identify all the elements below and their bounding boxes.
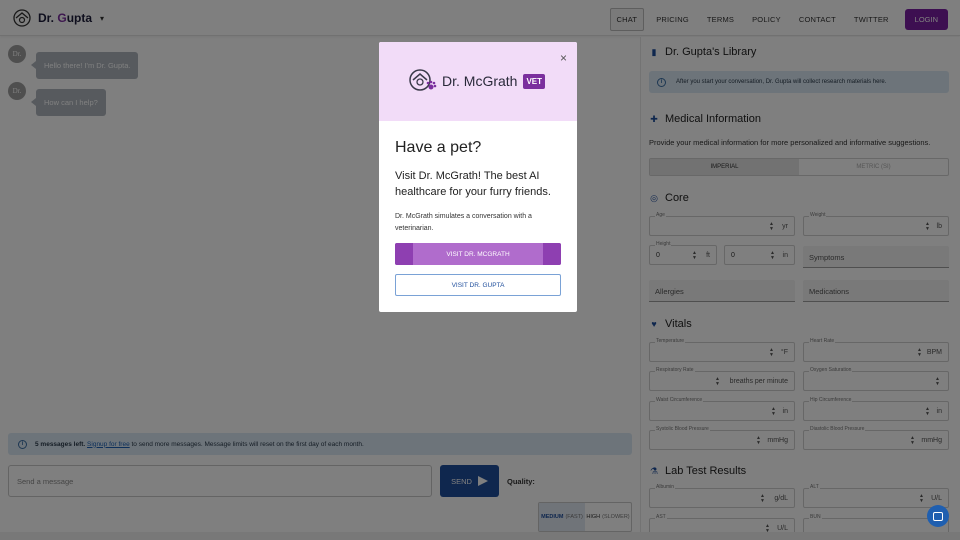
mcgrath-logo: Dr. McGrath VET [406,67,546,95]
pet-stethoscope-logo-icon [409,69,437,91]
visit-gupta-button[interactable]: VISIT DR. GUPTA [395,274,561,296]
modal-header: × Dr. McGrath VET [379,42,577,121]
support-chat-button[interactable] [927,505,949,527]
modal-title: Have a pet? [395,139,482,156]
vet-badge: VET [523,73,546,89]
close-icon[interactable]: × [560,51,567,65]
mcgrath-brand-name: Dr. McGrath [442,73,518,89]
visit-mcgrath-button[interactable]: VISIT DR. MCGRATH [395,243,561,265]
modal-lead-text: Visit Dr. McGrath! The best AI healthcar… [395,170,551,198]
modal-description: Dr. McGrath simulates a conversation wit… [395,213,532,232]
vet-promo-modal: × Dr. McGrath VET Have a pet? Visit Dr. … [379,42,577,312]
chat-bubble-icon [933,511,943,521]
